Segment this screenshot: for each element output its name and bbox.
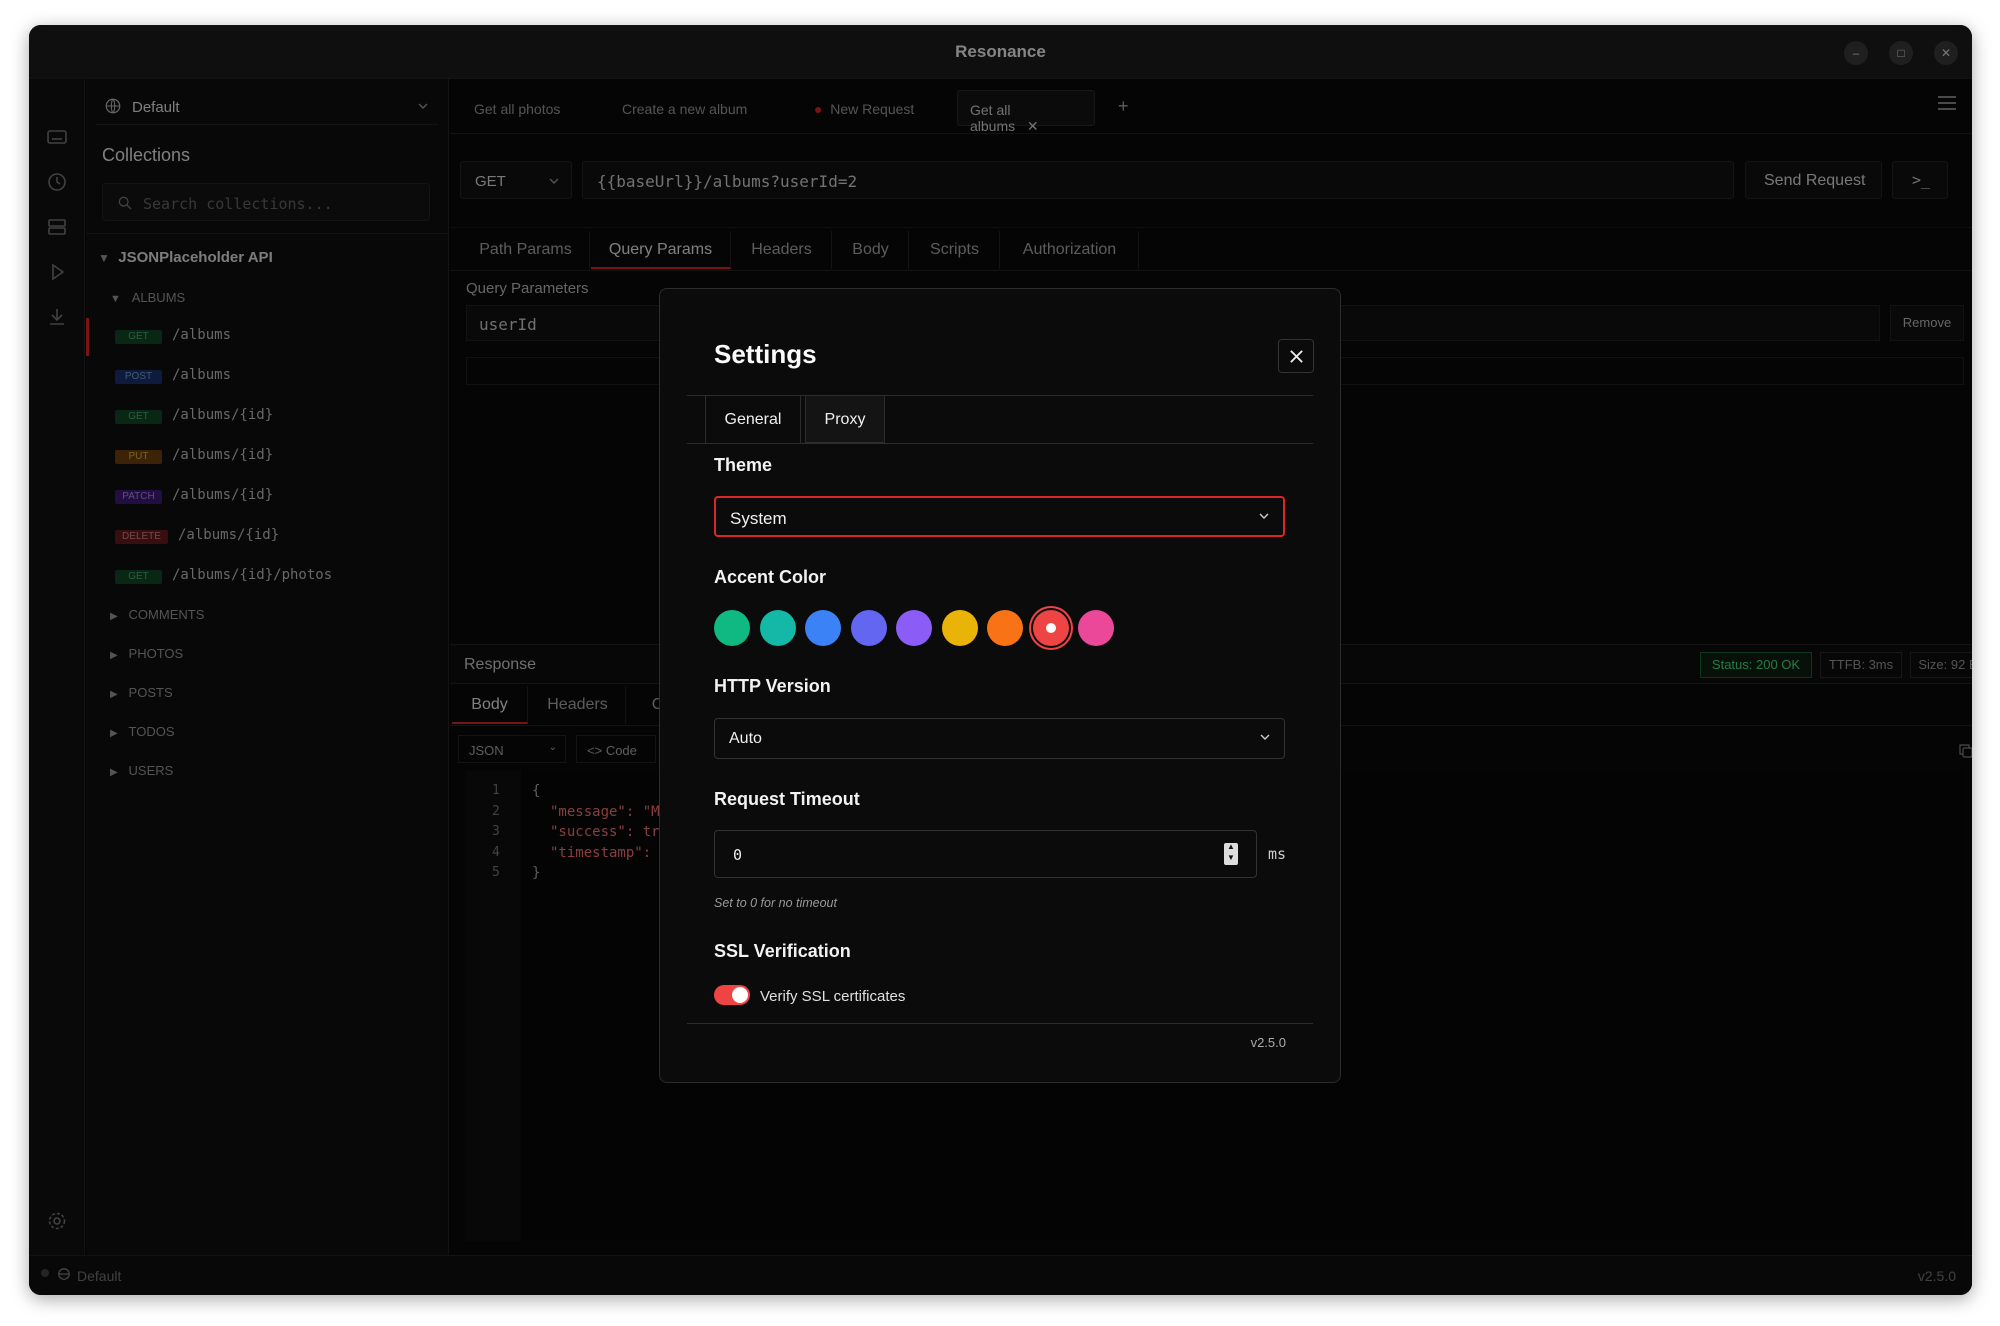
close-icon bbox=[1290, 350, 1303, 363]
accent-swatch[interactable] bbox=[759, 610, 796, 646]
accent-swatch[interactable] bbox=[941, 610, 978, 646]
settings-version: v2.5.0 bbox=[1250, 1035, 1286, 1050]
theme-label: Theme bbox=[714, 455, 773, 475]
tab-proxy[interactable]: Proxy bbox=[805, 395, 885, 443]
theme-select[interactable]: System bbox=[714, 496, 1285, 537]
settings-modal: Settings General Proxy Theme System Acce… bbox=[659, 288, 1341, 1083]
selected-check-icon bbox=[1045, 623, 1056, 633]
http-version-select[interactable]: Auto bbox=[714, 718, 1285, 759]
accent-swatch[interactable] bbox=[850, 610, 887, 646]
divider bbox=[687, 443, 1313, 444]
accent-swatch[interactable] bbox=[987, 610, 1023, 646]
accent-color-label: Accent Color bbox=[714, 567, 827, 587]
ssl-verification-label: SSL Verification bbox=[714, 941, 851, 961]
http-version-label: HTTP Version bbox=[714, 676, 831, 696]
settings-title: Settings bbox=[714, 339, 817, 369]
chevron-down-icon bbox=[1259, 513, 1269, 519]
number-stepper-icon[interactable]: ▲ ▼ bbox=[1224, 842, 1238, 865]
accent-swatch[interactable] bbox=[1078, 610, 1114, 646]
accent-swatch[interactable] bbox=[714, 610, 750, 646]
timeout-unit: ms bbox=[1268, 845, 1287, 863]
ssl-toggle-label: Verify SSL certificates bbox=[760, 988, 906, 1005]
app-window: Resonance – □ ✕ Default Collections Sear… bbox=[29, 25, 1972, 1295]
timeout-hint: Set to 0 for no timeout bbox=[714, 896, 837, 910]
accent-swatch[interactable] bbox=[896, 610, 932, 646]
chevron-down-icon bbox=[1260, 734, 1270, 740]
request-timeout-label: Request Timeout bbox=[714, 789, 860, 809]
divider bbox=[687, 1023, 1313, 1024]
ssl-toggle[interactable] bbox=[714, 985, 750, 1005]
accent-swatch[interactable] bbox=[1032, 610, 1069, 646]
close-settings-button[interactable] bbox=[1278, 339, 1314, 373]
accent-swatch[interactable] bbox=[805, 610, 841, 646]
timeout-input[interactable]: 0 ▲ ▼ bbox=[714, 830, 1257, 878]
tab-general[interactable]: General bbox=[705, 395, 801, 443]
